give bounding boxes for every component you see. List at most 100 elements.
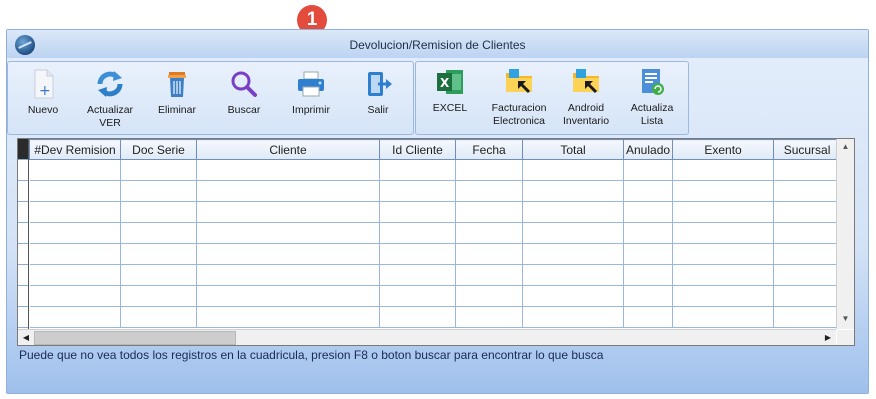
delete-button[interactable]: Eliminar (147, 68, 207, 117)
table-cell[interactable] (455, 180, 523, 202)
table-cell[interactable] (623, 306, 674, 328)
table-cell[interactable] (379, 285, 456, 307)
column-header[interactable]: Sucursal (773, 139, 842, 160)
table-cell[interactable] (379, 222, 456, 244)
column-header[interactable]: Total (522, 139, 624, 160)
column-header[interactable]: Anulado (622, 139, 674, 160)
table-cell[interactable] (379, 306, 456, 328)
table-cell[interactable] (773, 306, 842, 328)
table-cell[interactable] (773, 180, 842, 202)
table-cell[interactable] (120, 201, 197, 223)
table-row[interactable] (29, 243, 842, 265)
e-invoice-button[interactable]: Facturacion Electronica (485, 66, 553, 128)
refresh-button[interactable]: Actualizar VER (80, 68, 140, 130)
table-cell[interactable] (773, 222, 842, 244)
column-header[interactable]: #Dev Remision (29, 139, 121, 160)
column-header[interactable]: Id Cliente (379, 139, 456, 160)
table-cell[interactable] (522, 264, 624, 286)
table-cell[interactable] (455, 159, 523, 181)
records-grid[interactable]: #Dev Remision Doc Serie Cliente Id Clien… (17, 138, 855, 346)
table-cell[interactable] (672, 201, 775, 223)
table-cell[interactable] (29, 201, 121, 223)
table-cell[interactable] (672, 264, 775, 286)
table-cell[interactable] (379, 201, 456, 223)
table-cell[interactable] (29, 159, 121, 181)
column-header[interactable]: Exento (672, 139, 775, 160)
excel-button[interactable]: X EXCEL (420, 66, 480, 115)
table-cell[interactable] (29, 285, 121, 307)
table-cell[interactable] (196, 285, 380, 307)
table-cell[interactable] (379, 264, 456, 286)
table-cell[interactable] (120, 243, 197, 265)
table-cell[interactable] (379, 243, 456, 265)
table-row[interactable] (29, 306, 842, 328)
table-cell[interactable] (773, 159, 842, 181)
table-cell[interactable] (29, 264, 121, 286)
table-cell[interactable] (522, 159, 624, 181)
table-cell[interactable] (120, 306, 197, 328)
table-cell[interactable] (455, 285, 523, 307)
exit-button[interactable]: Salir (348, 68, 408, 117)
table-cell[interactable] (29, 222, 121, 244)
table-cell[interactable] (196, 159, 380, 181)
table-row[interactable] (29, 201, 842, 223)
table-cell[interactable] (623, 264, 674, 286)
print-button[interactable]: Imprimir (281, 68, 341, 117)
table-cell[interactable] (522, 222, 624, 244)
table-cell[interactable] (455, 306, 523, 328)
table-cell[interactable] (120, 285, 197, 307)
table-cell[interactable] (672, 243, 775, 265)
table-cell[interactable] (672, 159, 775, 181)
column-header[interactable]: Doc Serie (120, 139, 197, 160)
table-cell[interactable] (773, 285, 842, 307)
scroll-up-arrow-icon[interactable]: ▲ (837, 139, 854, 155)
table-cell[interactable] (455, 243, 523, 265)
table-cell[interactable] (196, 222, 380, 244)
table-cell[interactable] (522, 285, 624, 307)
table-cell[interactable] (379, 159, 456, 181)
table-row[interactable] (29, 159, 842, 181)
table-cell[interactable] (196, 264, 380, 286)
table-cell[interactable] (455, 201, 523, 223)
table-row[interactable] (29, 285, 842, 307)
table-cell[interactable] (672, 222, 775, 244)
vertical-scrollbar[interactable]: ▲ ▼ (836, 139, 854, 329)
search-button[interactable]: Buscar (214, 68, 274, 117)
table-cell[interactable] (522, 243, 624, 265)
column-header[interactable]: Fecha (455, 139, 523, 160)
table-cell[interactable] (672, 285, 775, 307)
table-cell[interactable] (120, 180, 197, 202)
table-cell[interactable] (672, 306, 775, 328)
table-row[interactable] (29, 222, 842, 244)
table-cell[interactable] (455, 222, 523, 244)
table-cell[interactable] (522, 180, 624, 202)
table-cell[interactable] (29, 243, 121, 265)
scroll-left-arrow-icon[interactable]: ◀ (18, 330, 34, 345)
table-cell[interactable] (29, 180, 121, 202)
table-cell[interactable] (623, 180, 674, 202)
scroll-down-arrow-icon[interactable]: ▼ (837, 311, 854, 327)
table-cell[interactable] (623, 201, 674, 223)
table-cell[interactable] (773, 243, 842, 265)
android-inventory-button[interactable]: Android Inventario (555, 66, 617, 128)
table-cell[interactable] (522, 306, 624, 328)
column-header[interactable]: Cliente (196, 139, 380, 160)
table-cell[interactable] (120, 159, 197, 181)
table-cell[interactable] (623, 222, 674, 244)
table-cell[interactable] (522, 201, 624, 223)
horizontal-scrollbar[interactable]: ◀ ▶ (18, 329, 836, 345)
table-cell[interactable] (773, 201, 842, 223)
table-cell[interactable] (623, 159, 674, 181)
table-cell[interactable] (379, 180, 456, 202)
table-cell[interactable] (196, 306, 380, 328)
table-cell[interactable] (455, 264, 523, 286)
table-cell[interactable] (29, 306, 121, 328)
table-cell[interactable] (120, 264, 197, 286)
refresh-list-button[interactable]: Actualiza Lista (622, 66, 682, 128)
scroll-right-arrow-icon[interactable]: ▶ (820, 330, 836, 345)
new-button[interactable]: + Nuevo (13, 68, 73, 117)
horizontal-scroll-thumb[interactable] (34, 331, 236, 345)
table-cell[interactable] (120, 222, 197, 244)
table-cell[interactable] (623, 285, 674, 307)
table-row[interactable] (29, 180, 842, 202)
